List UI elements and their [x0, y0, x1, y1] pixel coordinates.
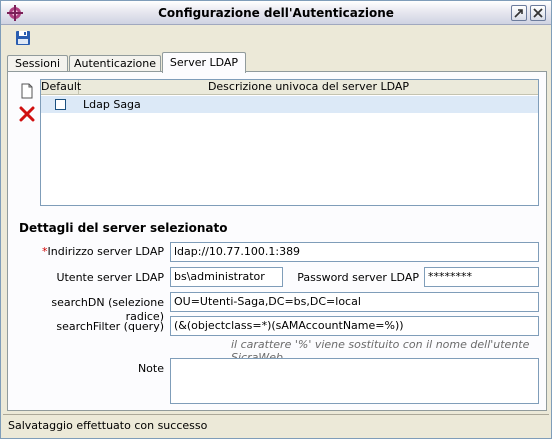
address-label-row: *Indirizzo server LDAP — [31, 245, 164, 259]
tab-server-ldap[interactable]: Server LDAP — [162, 52, 246, 73]
restore-button[interactable] — [511, 5, 527, 21]
red-x-icon[interactable] — [19, 106, 35, 122]
address-field[interactable]: ldap://10.77.100.1:389 — [170, 242, 539, 262]
configuration-window: Configurazione dell'Autenticazione Sessi… — [0, 0, 552, 439]
row-description: Ldap Saga — [83, 98, 141, 111]
close-icon — [533, 8, 543, 18]
user-field[interactable]: bs\administrator — [170, 267, 283, 287]
ldap-server-grid: Default Descrizione univoca del server L… — [40, 79, 539, 206]
searchfilter-label: searchFilter (query) — [56, 320, 164, 333]
notes-textarea[interactable] — [170, 358, 539, 404]
new-document-icon[interactable] — [19, 83, 35, 99]
grid-header: Default Descrizione univoca del server L… — [41, 80, 538, 95]
toolbar — [1, 26, 551, 50]
close-button[interactable] — [530, 5, 546, 21]
default-checkbox[interactable] — [55, 99, 66, 110]
column-description[interactable]: Descrizione univoca del server LDAP — [79, 80, 538, 95]
status-bar: Salvataggio effettuato con successo — [3, 414, 549, 436]
status-text: Salvataggio effettuato con successo — [8, 419, 208, 432]
address-label: Indirizzo server LDAP — [47, 245, 165, 258]
details-section-title: Dettagli del server selezionato — [19, 221, 228, 235]
notes-label: Note — [137, 362, 164, 375]
window-title: Configurazione dell'Autenticazione — [158, 6, 394, 20]
tab-autenticazione[interactable]: Autenticazione — [69, 55, 161, 72]
floppy-disk-icon[interactable] — [15, 30, 31, 46]
title-bar: Configurazione dell'Autenticazione — [1, 1, 551, 25]
restore-window-icon — [514, 9, 523, 18]
password-label: Password server LDAP — [297, 271, 419, 284]
tab-sessioni[interactable]: Sessioni — [7, 55, 68, 72]
user-label: Utente server LDAP — [56, 271, 164, 284]
table-row[interactable]: Ldap Saga — [41, 96, 538, 113]
column-default[interactable]: Default — [41, 80, 81, 95]
password-field[interactable]: ******** — [424, 267, 539, 287]
searchdn-field[interactable]: OU=Utenti-Saga,DC=bs,DC=local — [170, 292, 539, 312]
searchfilter-field[interactable]: (&(objectclass=*)(sAMAccountName=%)) — [170, 316, 539, 336]
